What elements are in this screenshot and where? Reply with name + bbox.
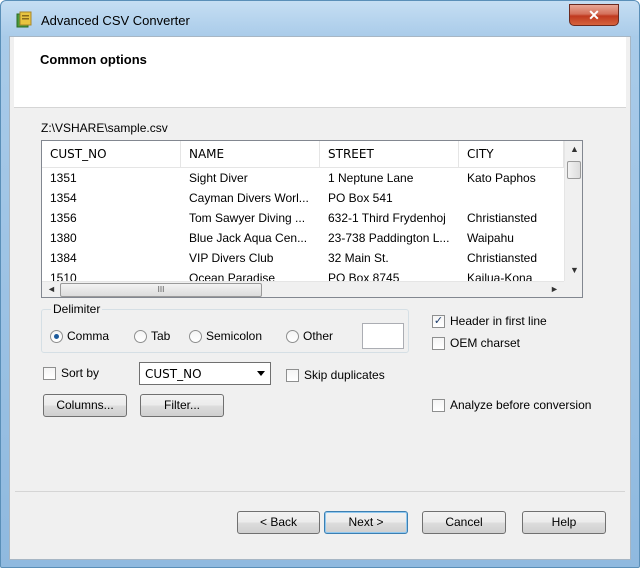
cell-street: PO Box 541 xyxy=(328,191,393,205)
cell-name: Tom Sawyer Diving ... xyxy=(189,211,306,225)
radio-semicolon-label[interactable]: Semicolon xyxy=(206,329,262,343)
check-icon: ✓ xyxy=(433,315,444,327)
cell-city: Waipahu xyxy=(467,231,514,245)
cell-street: 1 Neptune Lane xyxy=(328,171,414,185)
sort-by-label[interactable]: Sort by xyxy=(61,366,99,380)
help-button[interactable]: Help xyxy=(522,511,606,534)
analyze-label[interactable]: Analyze before conversion xyxy=(450,398,591,412)
columns-button[interactable]: Columns... xyxy=(43,394,127,417)
cell-name: Cayman Divers Worl... xyxy=(189,191,309,205)
cell-city xyxy=(459,188,564,208)
radio-other-label[interactable]: Other xyxy=(303,329,333,343)
scroll-left-icon[interactable]: ◄ xyxy=(47,284,56,294)
cell-cust-no: 1384 xyxy=(50,251,77,265)
oem-charset-label[interactable]: OEM charset xyxy=(450,336,520,350)
table-row[interactable]: 1380 Blue Jack Aqua Cen... 23-738 Paddin… xyxy=(42,228,564,248)
header-first-line-label[interactable]: Header in first line xyxy=(450,314,547,328)
chevron-down-icon xyxy=(257,371,265,376)
grip-icon: III xyxy=(157,285,165,294)
cell-cust-no: 1356 xyxy=(50,211,77,225)
sort-by-checkbox[interactable] xyxy=(43,367,56,380)
page-title: Common options xyxy=(40,52,147,67)
scroll-corner xyxy=(564,281,582,297)
window-title: Advanced CSV Converter xyxy=(41,13,190,28)
oem-charset-checkbox[interactable] xyxy=(432,337,445,350)
column-header-city[interactable]: CITY xyxy=(459,141,564,167)
sort-by-select-value: CUST_NO xyxy=(145,367,202,381)
column-header-street[interactable]: STREET xyxy=(320,141,459,167)
skip-duplicates-checkbox[interactable] xyxy=(286,369,299,382)
filter-button[interactable]: Filter... xyxy=(140,394,224,417)
cell-street: 32 Main St. xyxy=(328,251,389,265)
app-icon xyxy=(16,11,32,28)
table-row[interactable]: 1354 Cayman Divers Worl... PO Box 541 xyxy=(42,188,564,208)
sort-by-select[interactable]: CUST_NO xyxy=(139,362,271,385)
file-path-label: Z:\VSHARE\sample.csv xyxy=(41,121,168,135)
cell-cust-no: 1351 xyxy=(50,171,77,185)
cell-name: Sight Diver xyxy=(189,171,248,185)
scroll-down-icon[interactable]: ▼ xyxy=(570,265,579,275)
radio-comma-label[interactable]: Comma xyxy=(67,329,109,343)
cell-cust-no: 1380 xyxy=(50,231,77,245)
header-pane: Common options xyxy=(14,37,626,108)
radio-other[interactable] xyxy=(286,330,299,343)
cell-city: Christiansted xyxy=(467,251,538,265)
data-grid[interactable]: CUST_NO NAME STREET CITY 1351 Sight Dive… xyxy=(41,140,583,298)
cell-street: 632-1 Third Frydenhoj xyxy=(328,211,446,225)
close-icon: ✕ xyxy=(588,7,600,23)
radio-tab[interactable] xyxy=(134,330,147,343)
other-delimiter-input[interactable] xyxy=(362,323,404,349)
skip-duplicates-label[interactable]: Skip duplicates xyxy=(304,368,385,382)
scroll-up-icon[interactable]: ▲ xyxy=(570,144,579,154)
scroll-right-icon[interactable]: ► xyxy=(550,284,559,294)
next-button[interactable]: Next > xyxy=(324,511,408,534)
cell-name: VIP Divers Club xyxy=(189,251,274,265)
dialog-client-area xyxy=(9,36,631,560)
radio-comma[interactable] xyxy=(50,330,63,343)
horizontal-scroll-thumb[interactable]: III xyxy=(60,283,262,297)
vertical-scroll-thumb[interactable] xyxy=(567,161,581,179)
cell-city: Kato Paphos xyxy=(467,171,536,185)
vertical-scrollbar[interactable]: ▲ ▼ xyxy=(564,141,582,281)
table-row[interactable]: 1356 Tom Sawyer Diving ... 632-1 Third F… xyxy=(42,208,564,228)
table-row[interactable]: 1351 Sight Diver 1 Neptune Lane Kato Pap… xyxy=(42,168,564,188)
cell-cust-no: 1354 xyxy=(50,191,77,205)
footer-separator xyxy=(15,491,625,492)
cell-street: 23-738 Paddington L... xyxy=(328,231,450,245)
grid-header-row: CUST_NO NAME STREET CITY xyxy=(42,141,564,168)
back-button[interactable]: < Back xyxy=(237,511,320,534)
cell-name: Blue Jack Aqua Cen... xyxy=(189,231,308,245)
column-header-cust-no[interactable]: CUST_NO xyxy=(42,141,181,167)
column-header-name[interactable]: NAME xyxy=(181,141,320,167)
table-row[interactable]: 1384 VIP Divers Club 32 Main St. Christi… xyxy=(42,248,564,268)
radio-tab-label[interactable]: Tab xyxy=(151,329,170,343)
cell-city: Christiansted xyxy=(467,211,538,225)
cancel-button[interactable]: Cancel xyxy=(422,511,506,534)
header-first-line-checkbox[interactable]: ✓ xyxy=(432,315,445,328)
close-button[interactable]: ✕ xyxy=(569,4,619,26)
analyze-checkbox[interactable] xyxy=(432,399,445,412)
horizontal-scrollbar[interactable]: ◄ III ► xyxy=(42,281,564,297)
delimiter-group-label: Delimiter xyxy=(51,302,103,316)
title-bar: Advanced CSV Converter ✕ xyxy=(1,1,639,37)
radio-semicolon[interactable] xyxy=(189,330,202,343)
